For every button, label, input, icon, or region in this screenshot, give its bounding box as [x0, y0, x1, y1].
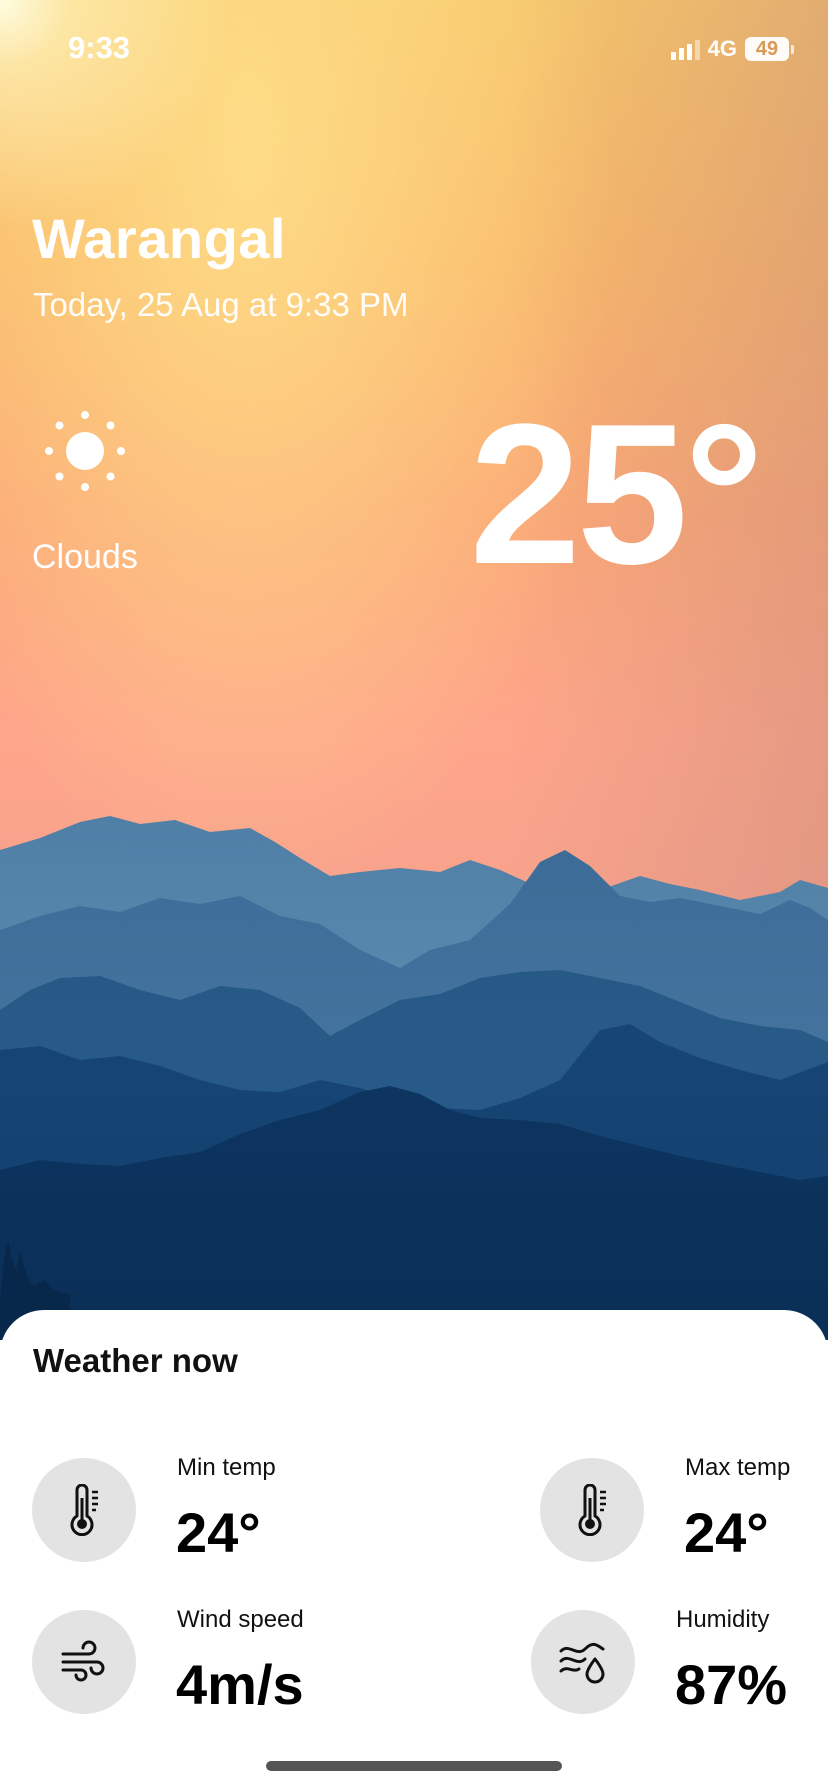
max-temp-icon-circle	[540, 1458, 644, 1562]
wind-icon	[61, 1640, 105, 1682]
min-temp-value: 24°	[176, 1501, 261, 1564]
thermometer-icon	[70, 1484, 98, 1536]
mountain-landscape	[0, 816, 828, 1340]
cellular-signal-icon	[670, 38, 700, 60]
weather-screen: 9:33 4G 49 Warangal Today, 25 Aug at 9:3…	[0, 0, 828, 1792]
city-name: Warangal	[32, 207, 286, 270]
card-title: Weather now	[33, 1342, 238, 1379]
home-indicator[interactable]	[266, 1761, 562, 1771]
battery-level: 49	[745, 37, 789, 61]
weather-condition: Clouds	[32, 538, 138, 576]
min-temp-label: Min temp	[177, 1454, 276, 1481]
wind-icon-circle	[32, 1610, 136, 1714]
min-temp-icon-circle	[32, 1458, 136, 1562]
wind-speed-value: 4m/s	[176, 1653, 304, 1716]
wind-speed-label: Wind speed	[177, 1606, 304, 1633]
humidity-icon-circle	[531, 1610, 635, 1714]
max-temp-value: 24°	[684, 1501, 769, 1564]
sun-icon	[45, 411, 125, 491]
humidity-icon	[559, 1642, 605, 1684]
status-icons: 4G 49	[670, 34, 794, 64]
thermometer-icon	[578, 1484, 606, 1536]
network-label: 4G	[707, 36, 737, 61]
humidity-value: 87%	[675, 1653, 788, 1716]
max-temp-label: Max temp	[685, 1454, 791, 1481]
weather-details-card: Weather now Min temp 24° Max temp 24° Wi…	[0, 1310, 828, 1792]
date-time: Today, 25 Aug at 9:33 PM	[33, 286, 409, 323]
status-time: 9:33	[68, 30, 131, 65]
battery-icon: 49	[745, 37, 794, 61]
humidity-label: Humidity	[676, 1606, 770, 1633]
current-temperature: 25°	[469, 383, 764, 606]
